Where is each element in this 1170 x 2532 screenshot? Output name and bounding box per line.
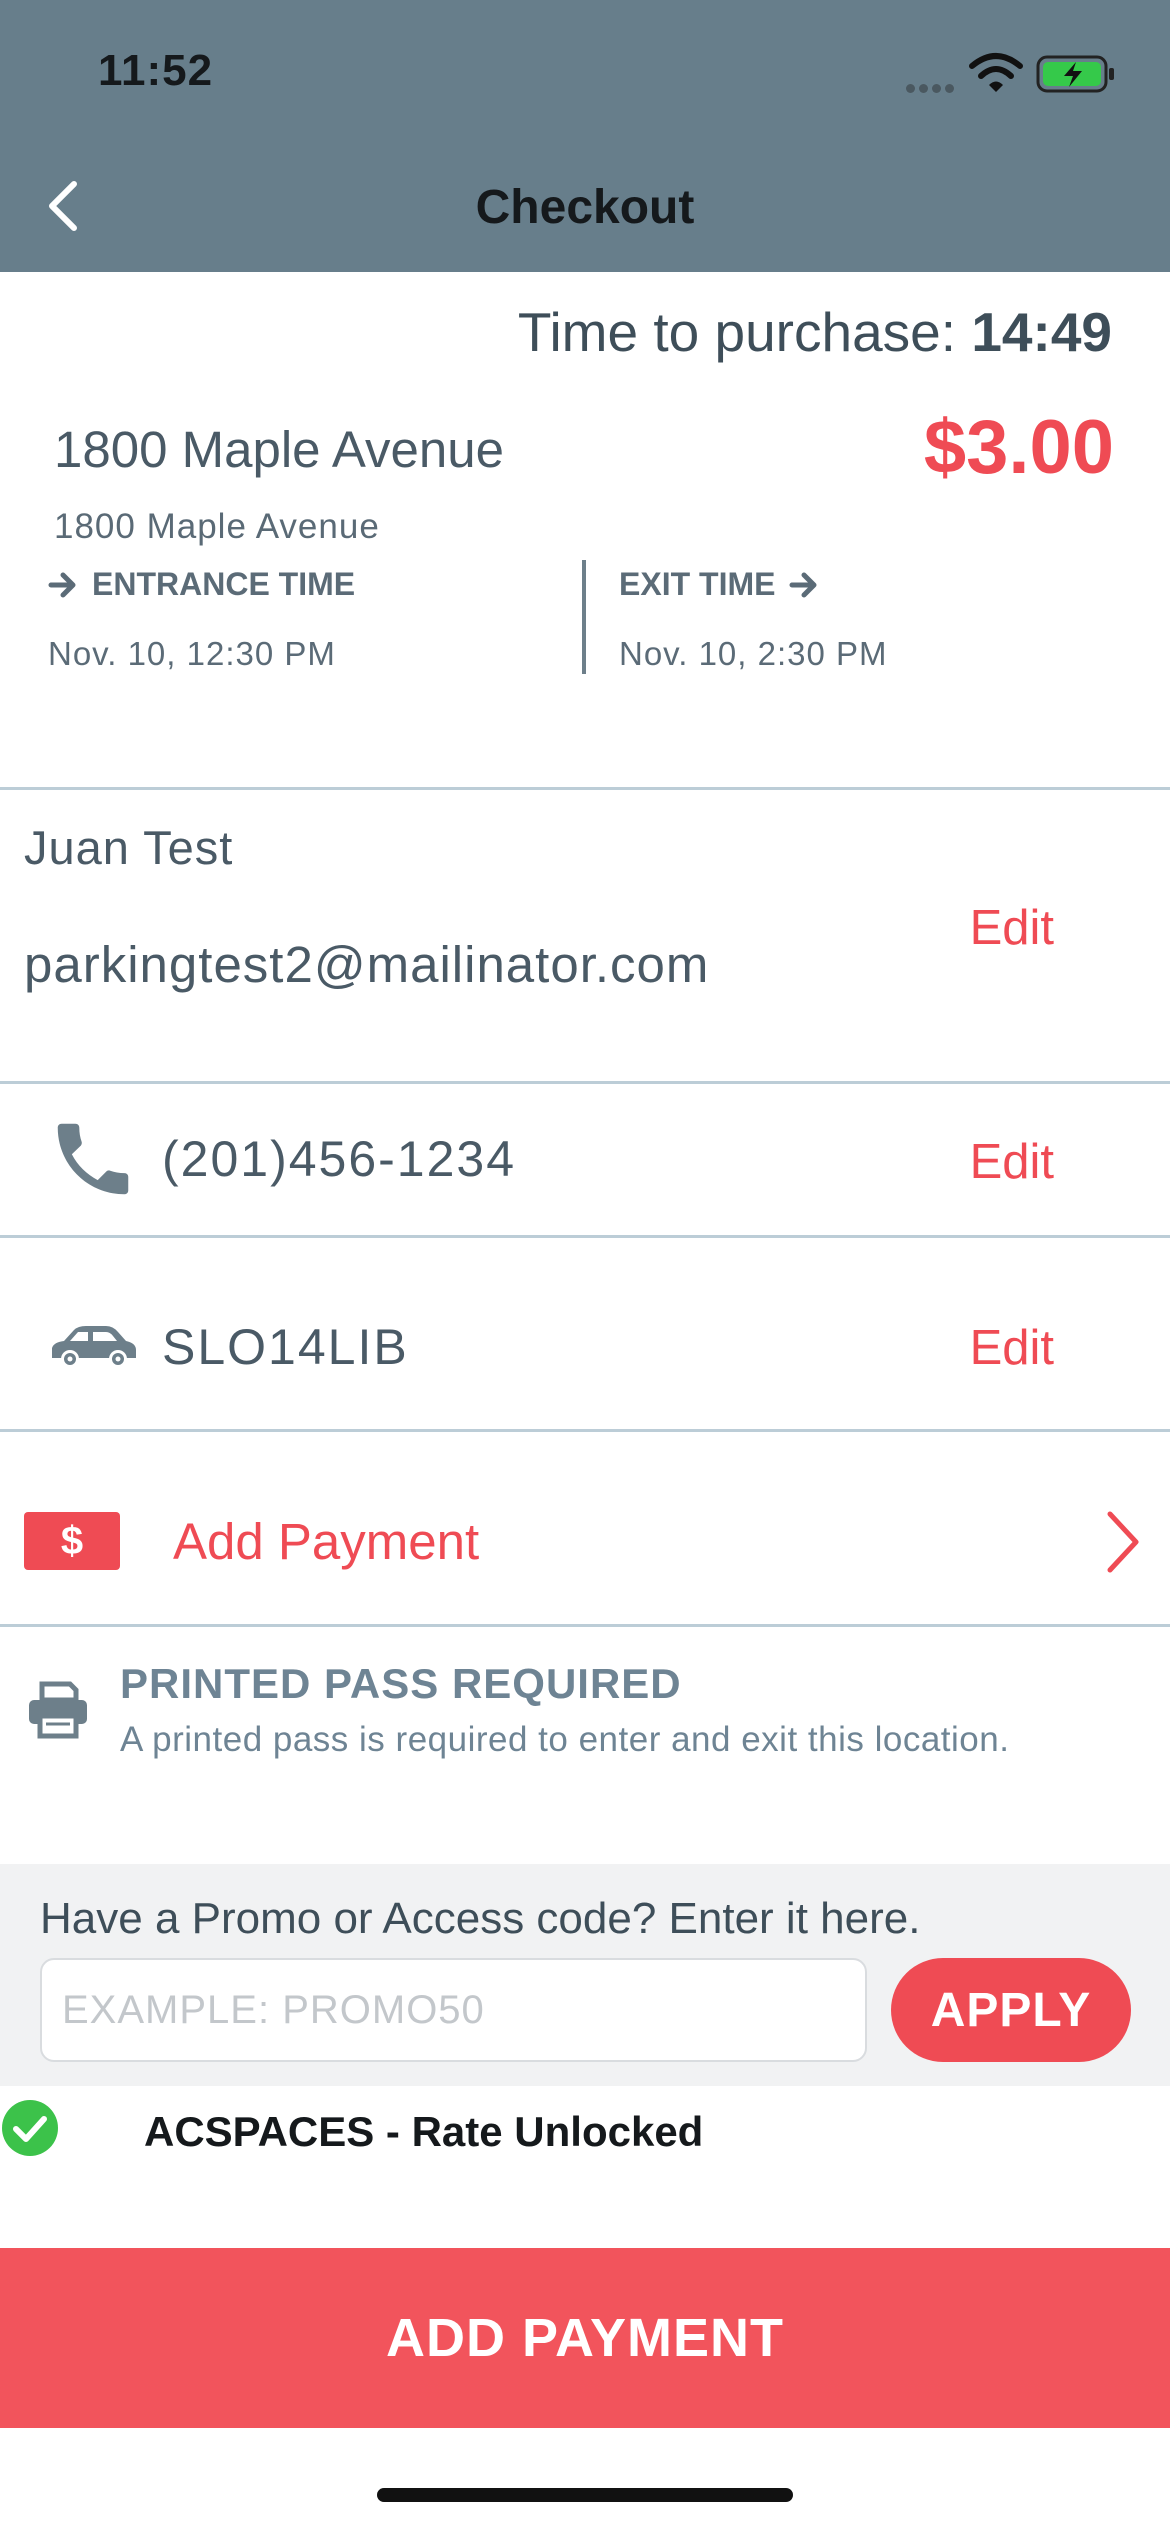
arrow-right-icon	[48, 572, 76, 597]
price: $3.00	[923, 405, 1114, 490]
exit-time: EXIT TIME Nov. 10, 2:30 PM	[619, 566, 888, 673]
divider	[0, 1081, 1170, 1084]
purchase-timer: Time to purchase: 14:49	[518, 300, 1112, 364]
apply-button[interactable]: APPLY	[891, 1958, 1131, 2062]
divider	[0, 787, 1170, 790]
location-address: 1800 Maple Avenue	[54, 507, 380, 546]
app-header: 11:52 Checkout	[0, 0, 1170, 272]
edit-contact-button[interactable]: Edit	[970, 900, 1054, 956]
add-payment-button[interactable]: ADD PAYMENT	[0, 2248, 1170, 2428]
promo-section: Have a Promo or Access code? Enter it he…	[0, 1864, 1170, 2086]
add-payment-label: Add Payment	[173, 1513, 480, 1570]
promo-label: Have a Promo or Access code? Enter it he…	[40, 1894, 921, 1943]
edit-phone-button[interactable]: Edit	[970, 1134, 1054, 1190]
battery-charging-icon	[1036, 55, 1114, 93]
printed-pass-description: A printed pass is required to enter and …	[120, 1720, 1010, 1759]
timer-value: 14:49	[971, 301, 1112, 363]
phone-icon	[57, 1123, 129, 1195]
cellular-signal-icon	[906, 80, 958, 98]
promo-status: ACSPACES - Rate Unlocked	[144, 2108, 704, 2155]
entrance-time-value: Nov. 10, 12:30 PM	[48, 635, 336, 672]
time-divider	[582, 560, 586, 674]
dollar-icon: $	[24, 1512, 120, 1570]
divider	[0, 1235, 1170, 1238]
edit-vehicle-button[interactable]: Edit	[970, 1320, 1054, 1376]
user-email: parkingtest2@mailinator.com	[24, 936, 710, 993]
license-plate: SLO14LIB	[162, 1319, 409, 1375]
printed-pass-title: PRINTED PASS REQUIRED	[120, 1660, 682, 1707]
page-title: Checkout	[475, 181, 695, 234]
exit-time-label: EXIT TIME	[619, 566, 776, 602]
check-circle-icon	[2, 2100, 58, 2156]
exit-time-value: Nov. 10, 2:30 PM	[619, 635, 888, 672]
car-icon	[52, 1326, 136, 1368]
wifi-icon	[969, 53, 1023, 92]
user-name: Juan Test	[24, 821, 234, 874]
entrance-time-label: ENTRANCE TIME	[92, 566, 356, 602]
home-indicator[interactable]	[377, 2488, 793, 2502]
entrance-time: ENTRANCE TIME Nov. 10, 12:30 PM	[48, 566, 355, 673]
promo-code-input[interactable]	[40, 1958, 867, 2062]
divider	[0, 1429, 1170, 1432]
phone-number: (201)456-1234	[162, 1131, 517, 1187]
printer-icon	[29, 1681, 87, 1739]
divider	[0, 1624, 1170, 1627]
timer-label: Time to purchase:	[517, 301, 957, 363]
status-time: 11:52	[98, 46, 214, 95]
location-name: 1800 Maple Avenue	[54, 421, 504, 478]
chevron-right-icon	[1107, 1511, 1139, 1573]
arrow-right-icon	[789, 572, 817, 597]
